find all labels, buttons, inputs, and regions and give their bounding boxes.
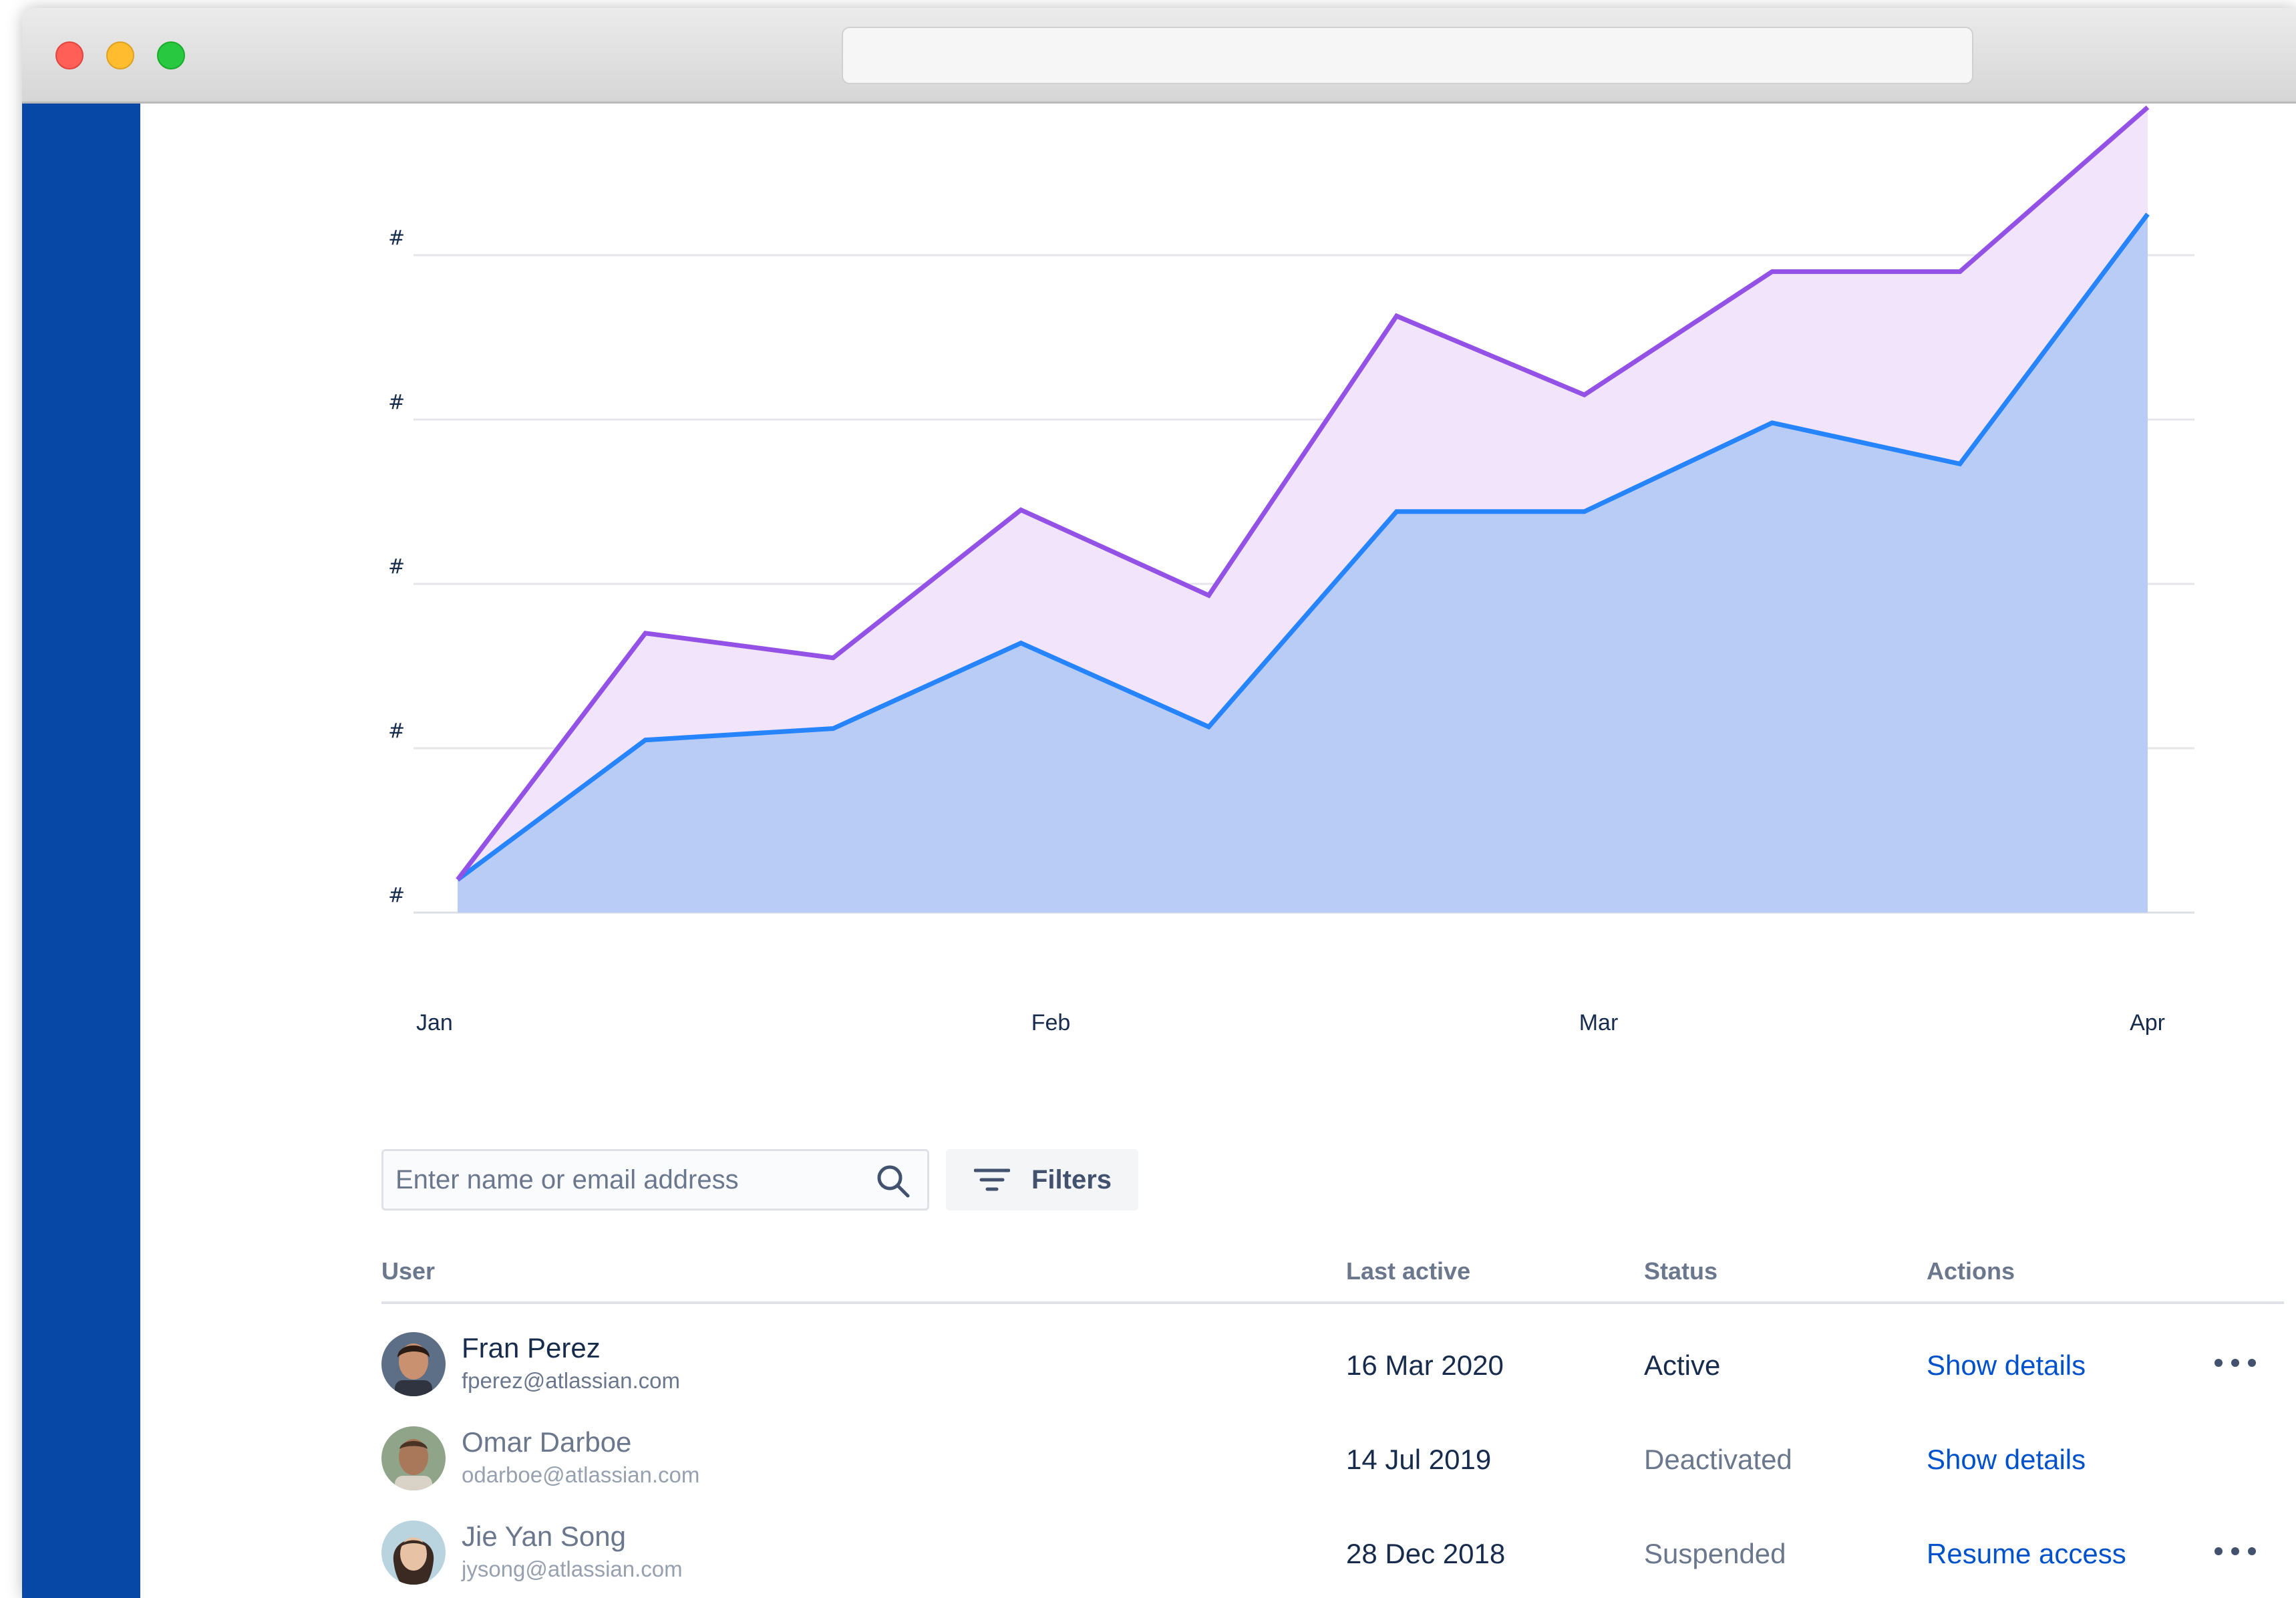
title-bar [22,8,2296,104]
user-email: odarboe@atlassian.com [462,1462,700,1487]
more-actions-icon[interactable] [2212,1534,2259,1567]
user-email: fperez@atlassian.com [462,1368,680,1393]
user-email: jysong@atlassian.com [462,1557,683,1581]
y-tick-label: # [388,720,405,743]
status-text: Active [1644,1349,1721,1381]
x-tick-label: Jan [416,1010,453,1035]
last-active-date: 16 Mar 2020 [1346,1349,1504,1381]
zoom-window-button[interactable] [157,41,185,69]
column-header-last-active[interactable]: Last active [1346,1257,1470,1285]
column-header-status[interactable]: Status [1644,1257,1717,1285]
user-name: Jie Yan Song [462,1521,626,1552]
avatar[interactable] [381,1521,446,1585]
avatar[interactable] [381,1426,446,1490]
search-input[interactable] [395,1151,850,1209]
filter-icon [974,1168,1010,1191]
column-header-actions: Actions [1927,1257,2015,1285]
avatar[interactable] [381,1332,446,1396]
column-header-user[interactable]: User [381,1257,435,1285]
show-details-link[interactable]: Show details [1927,1349,2086,1382]
search-icon[interactable] [875,1163,911,1199]
last-active-date: 14 Jul 2019 [1346,1444,1492,1475]
show-details-link[interactable]: Show details [1927,1444,2086,1476]
search-field[interactable] [381,1149,929,1211]
resume-access-link[interactable]: Resume access [1927,1538,2126,1570]
last-active-date: 28 Dec 2018 [1346,1538,1506,1569]
minimize-window-button[interactable] [106,41,134,69]
address-bar[interactable] [842,27,1973,84]
area-chart: # # # # # Jan Feb Mar Apr [388,105,2194,1035]
x-tick-label: Mar [1579,1010,1619,1035]
filters-label: Filters [1031,1165,1112,1194]
user-name: Fran Perez [462,1332,601,1364]
filters-button[interactable]: Filters [946,1149,1138,1211]
close-window-button[interactable] [55,41,84,69]
table-row: Jie Yan Song jysong@atlassian.com 28 Dec… [381,1514,2284,1594]
more-actions-icon[interactable] [2212,1345,2259,1379]
y-tick-label: # [388,226,405,250]
browser-window: # # # # # Jan Feb Mar Apr Filters User Last acti… [22,8,2296,1598]
y-tick-label: # [388,884,405,907]
x-tick-label: Feb [1031,1010,1071,1035]
table-header-divider [381,1301,2284,1304]
status-text: Suspended [1644,1538,1786,1569]
table-row: Fran Perez fperez@atlassian.com 16 Mar 2… [381,1325,2284,1406]
x-tick-label: Apr [2130,1010,2165,1035]
y-tick-label: # [388,555,405,579]
user-name: Omar Darboe [462,1426,632,1458]
table-row: Omar Darboe odarboe@atlassian.com 14 Jul… [381,1420,2284,1500]
y-tick-label: # [388,391,405,414]
status-text: Deactivated [1644,1444,1792,1475]
